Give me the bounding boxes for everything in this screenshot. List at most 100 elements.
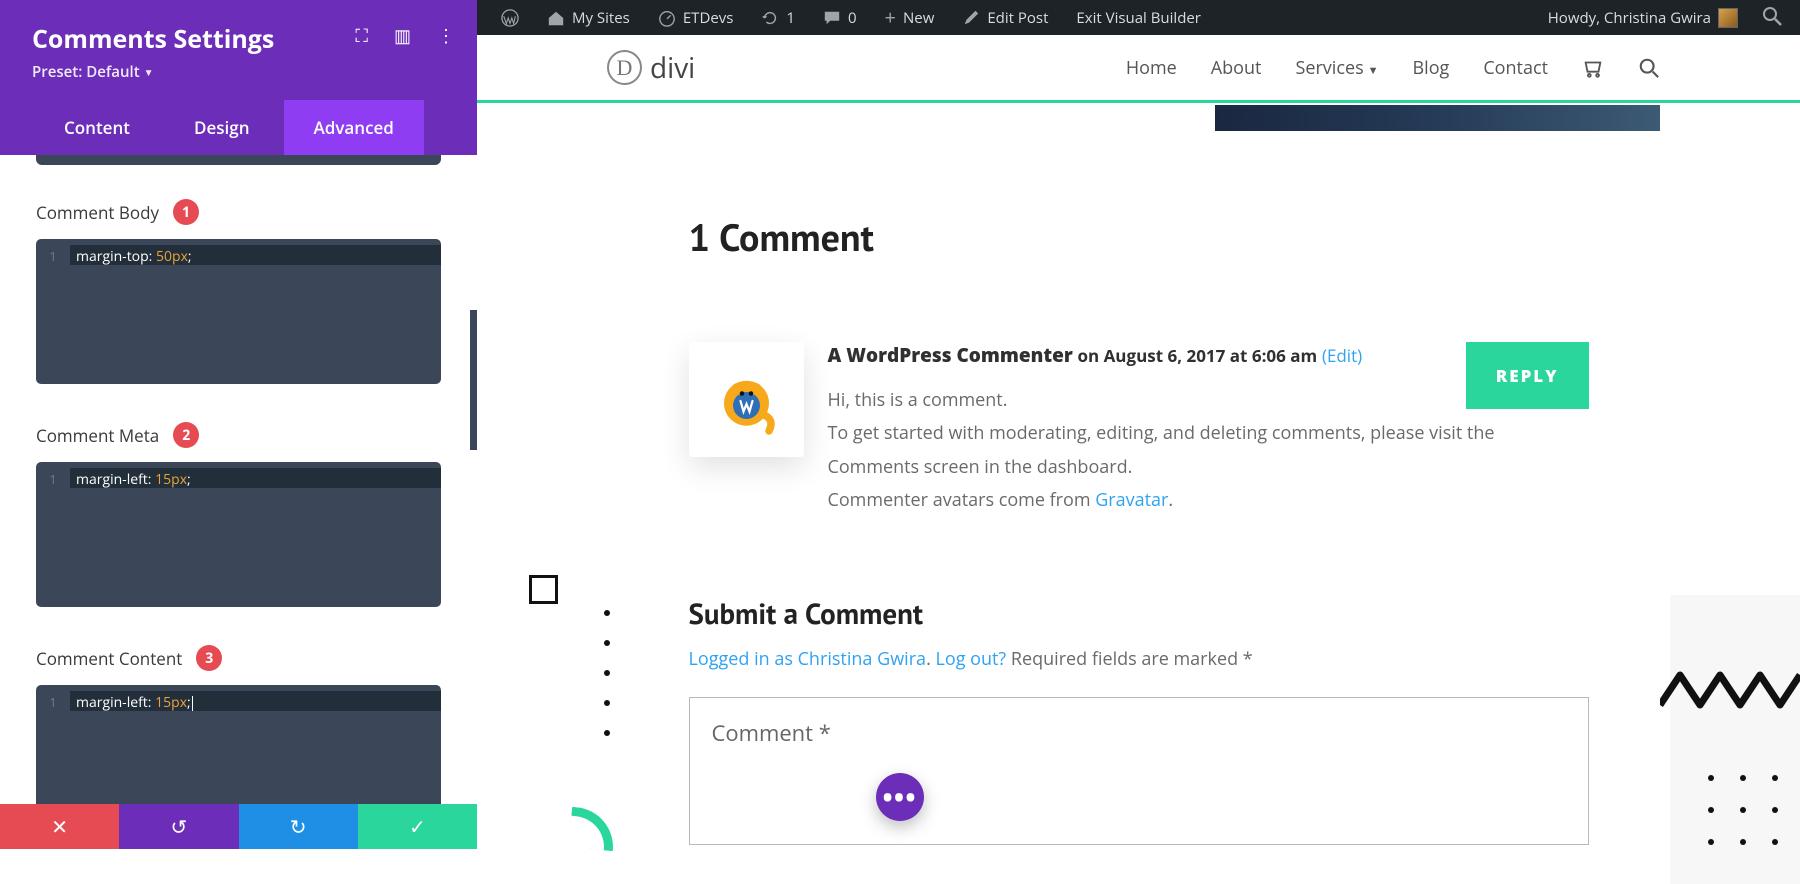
comment-item: A WordPress Commenter on August 6, 2017 … xyxy=(689,342,1589,517)
reply-button[interactable]: REPLY xyxy=(1466,342,1589,409)
responsive-icon[interactable]: ▥ xyxy=(394,24,411,48)
dot-column-decoration xyxy=(604,610,610,736)
text-caret xyxy=(192,696,193,711)
nav-home[interactable]: Home xyxy=(1126,56,1177,80)
field-label-content: Comment Content 3 xyxy=(36,645,441,671)
nav-services-label: Services xyxy=(1295,56,1363,80)
css-value: 50px xyxy=(156,247,188,266)
primary-nav: Home About Services ▼ Blog Contact xyxy=(1126,56,1660,80)
css-prop: margin-top xyxy=(76,247,149,266)
site-logo[interactable]: D divi xyxy=(607,49,695,87)
exit-visual-builder-link[interactable]: Exit Visual Builder xyxy=(1064,0,1213,35)
step-badge-1: 1 xyxy=(173,199,199,225)
wapuu-icon xyxy=(709,362,784,437)
new-label: New xyxy=(903,8,934,28)
comment-placeholder: Comment * xyxy=(712,718,831,748)
square-decoration xyxy=(529,575,558,604)
tab-design[interactable]: Design xyxy=(160,100,284,155)
expand-icon[interactable]: ⛶ xyxy=(355,24,368,48)
updates-menu[interactable]: 1 xyxy=(749,0,807,35)
comment-line-3: Commenter avatars come from Gravatar. xyxy=(828,484,1589,517)
panel-action-bar: ✕ ↺ ↻ ✓ xyxy=(0,804,477,849)
exit-vb-label: Exit Visual Builder xyxy=(1076,8,1201,28)
wp-admin-bar: My Sites ETDevs 1 0 + New Edit Post Exit… xyxy=(477,0,1800,35)
logo-mark-icon: D xyxy=(607,50,642,85)
house-icon xyxy=(547,9,565,27)
code-editor-body[interactable]: 1 margin-top: 50px; xyxy=(36,239,441,384)
comment-date: on August 6, 2017 at 6:06 am xyxy=(1077,344,1317,367)
chevron-down-icon: ▼ xyxy=(1368,63,1379,78)
preset-dropdown[interactable]: Preset: Default ▼ xyxy=(32,62,445,82)
comments-menu[interactable]: 0 xyxy=(811,0,869,35)
code-editor-meta[interactable]: 1 margin-left: 15px; xyxy=(36,462,441,607)
field-label-meta: Comment Meta 2 xyxy=(36,422,441,448)
user-avatar-icon xyxy=(1718,8,1738,28)
comment-author[interactable]: A WordPress Commenter xyxy=(828,342,1073,368)
nav-contact[interactable]: Contact xyxy=(1483,56,1548,80)
divi-fab-button[interactable]: ••• xyxy=(876,773,924,821)
save-button[interactable]: ✓ xyxy=(358,804,477,849)
code-editor-content[interactable]: 1 margin-left: 15px; xyxy=(36,685,441,804)
label-text: Comment Content xyxy=(36,647,182,670)
edit-post-label: Edit Post xyxy=(987,8,1048,28)
comments-heading: 1 Comment xyxy=(689,213,1589,262)
updates-count: 1 xyxy=(786,8,795,28)
admin-search-icon[interactable] xyxy=(1754,3,1790,33)
submit-heading: Submit a Comment xyxy=(689,595,1589,633)
edit-post-link[interactable]: Edit Post xyxy=(950,0,1060,35)
site-menu[interactable]: ETDevs xyxy=(646,0,746,35)
my-sites-label: My Sites xyxy=(572,8,630,28)
my-sites-menu[interactable]: My Sites xyxy=(535,0,642,35)
cart-icon[interactable] xyxy=(1582,57,1604,79)
label-text: Comment Body xyxy=(36,201,159,224)
wp-logo-menu[interactable] xyxy=(489,0,531,35)
tab-content[interactable]: Content xyxy=(32,100,160,155)
nav-services[interactable]: Services ▼ xyxy=(1295,56,1378,80)
line-number: 1 xyxy=(36,239,70,266)
comment-textarea[interactable]: Comment * xyxy=(689,697,1589,845)
dot-grid-decoration xyxy=(1708,775,1778,845)
logged-in-link[interactable]: Logged in as Christina Gwira xyxy=(689,647,927,671)
cancel-button[interactable]: ✕ xyxy=(0,804,119,849)
css-value: 15px xyxy=(155,693,187,712)
panel-header: Comments Settings Preset: Default ▼ ⛶ ▥ … xyxy=(0,0,477,155)
site-header: D divi Home About Services ▼ Blog Contact xyxy=(477,35,1800,100)
chevron-down-icon: ▼ xyxy=(144,65,154,79)
gravatar-link[interactable]: Gravatar xyxy=(1095,488,1168,512)
step-badge-3: 3 xyxy=(196,645,222,671)
new-menu[interactable]: + New xyxy=(873,0,947,35)
comment-line-2: To get started with moderating, editing,… xyxy=(828,417,1589,484)
tab-advanced[interactable]: Advanced xyxy=(284,100,424,155)
logged-in-line: Logged in as Christina Gwira. Log out? R… xyxy=(689,647,1589,671)
site-name-label: ETDevs xyxy=(683,8,734,28)
line-number: 1 xyxy=(36,685,70,712)
site-preview: D divi Home About Services ▼ Blog Contact… xyxy=(477,35,1800,849)
edit-comment-link[interactable]: (Edit) xyxy=(1322,344,1362,367)
nav-about[interactable]: About xyxy=(1211,56,1262,80)
required-note: Required fields are marked * xyxy=(1011,647,1253,671)
comment-icon xyxy=(823,9,841,27)
user-menu[interactable]: Howdy, Christina Gwira xyxy=(1536,0,1744,35)
gauge-icon xyxy=(658,9,676,27)
step-badge-2: 2 xyxy=(173,422,199,448)
pencil-icon xyxy=(962,9,980,27)
panel-tabs: Content Design Advanced xyxy=(32,100,445,155)
search-icon[interactable] xyxy=(1638,57,1660,79)
preset-label: Preset: Default xyxy=(32,62,140,82)
howdy-label: Howdy, Christina Gwira xyxy=(1548,8,1711,28)
redo-button[interactable]: ↻ xyxy=(239,804,358,849)
wordpress-icon xyxy=(501,9,519,27)
css-prop: margin-left xyxy=(76,470,148,489)
zigzag-decoration xyxy=(1660,665,1800,715)
label-text: Comment Meta xyxy=(36,424,159,447)
css-value: 15px xyxy=(155,470,187,489)
kebab-menu-icon[interactable]: ⋮ xyxy=(437,24,455,48)
page-content: 1 Comment A WordPress Commenter on Aug xyxy=(689,103,1589,845)
panel-scrollbar-thumb[interactable] xyxy=(470,310,477,450)
nav-blog[interactable]: Blog xyxy=(1413,56,1450,80)
undo-button[interactable]: ↺ xyxy=(119,804,238,849)
logout-link[interactable]: Log out? xyxy=(935,647,1006,671)
magnifier-icon xyxy=(1762,6,1782,26)
collapsed-code-area[interactable] xyxy=(36,155,441,165)
panel-body[interactable]: Comment Body 1 1 margin-top: 50px; Comme… xyxy=(0,155,477,804)
